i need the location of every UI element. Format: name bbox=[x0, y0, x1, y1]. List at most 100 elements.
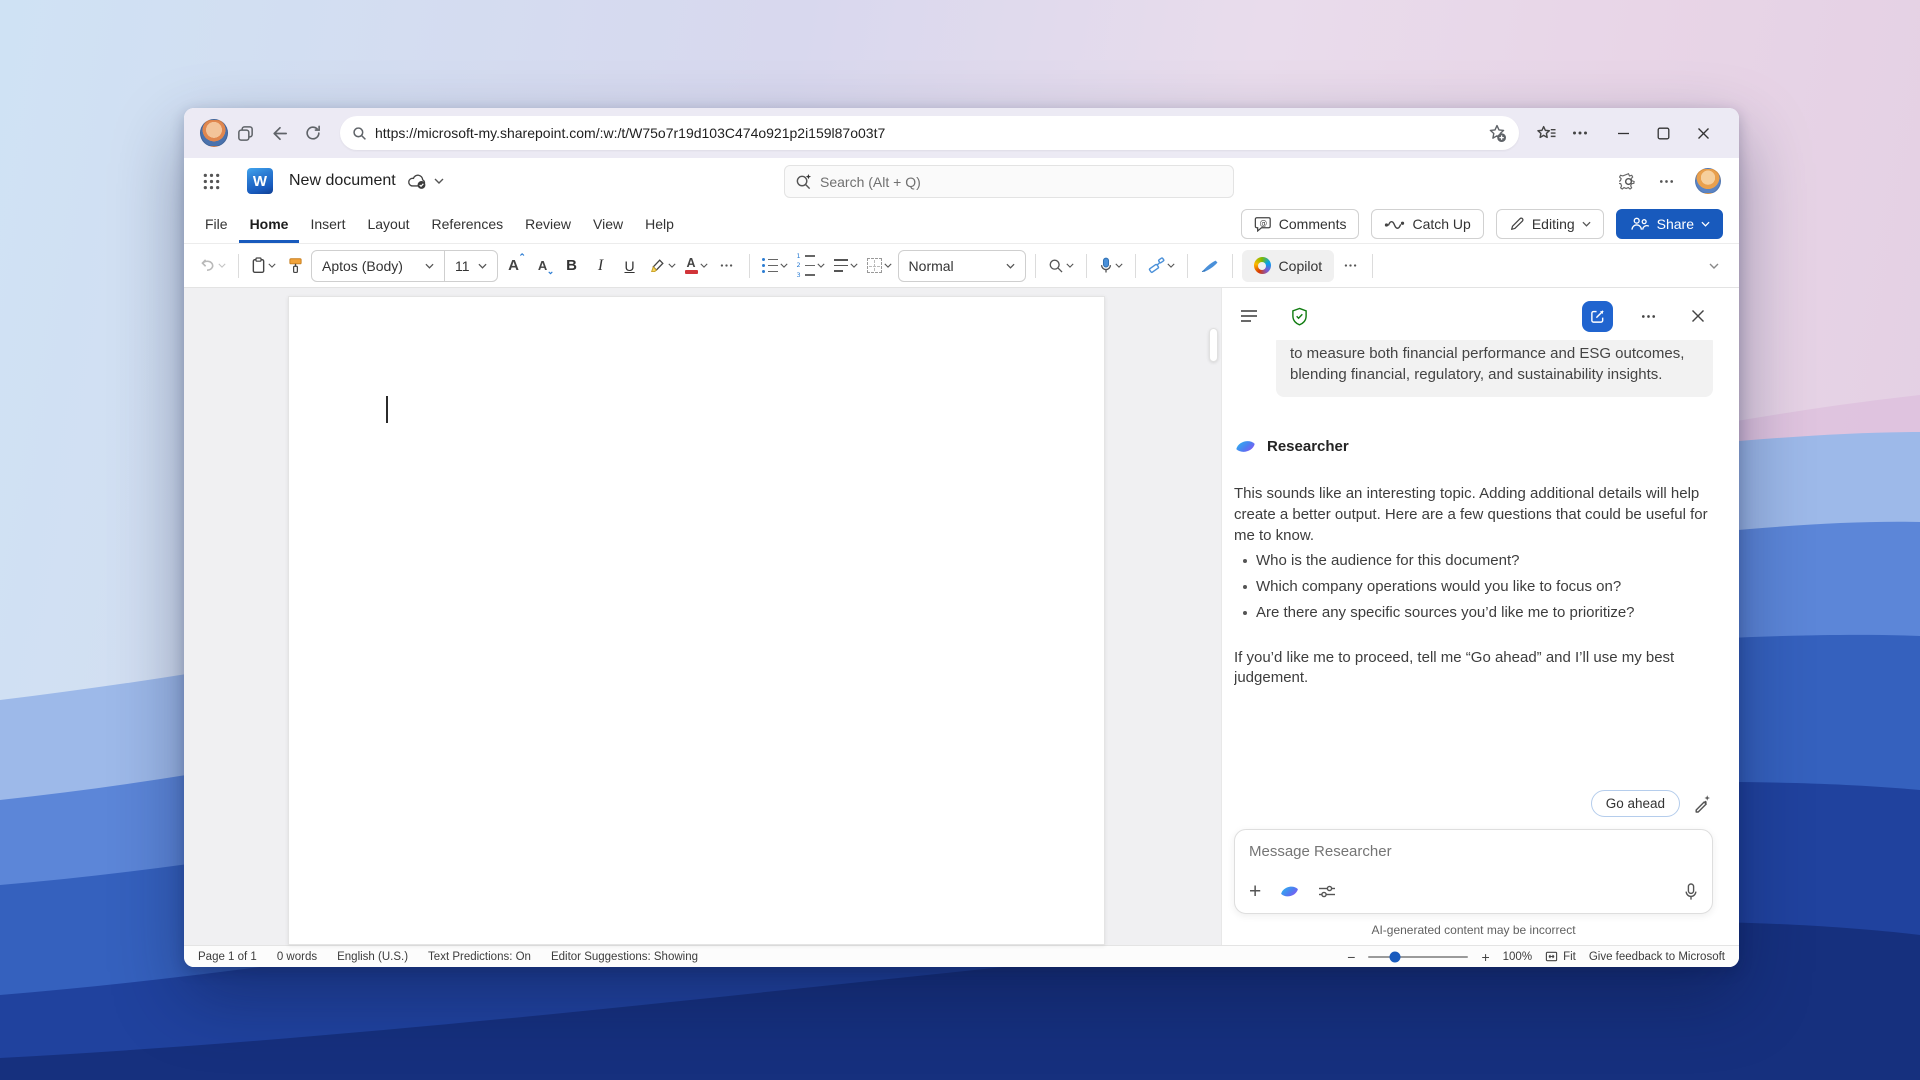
chat-input[interactable] bbox=[1249, 843, 1698, 860]
settings-gear-icon[interactable] bbox=[1619, 172, 1638, 191]
zoom-level[interactable]: 100% bbox=[1503, 951, 1532, 963]
zoom-slider-thumb[interactable] bbox=[1390, 951, 1401, 962]
font-size-dropdown[interactable]: 11 bbox=[444, 251, 497, 281]
editor-suggestions-status[interactable]: Editor Suggestions: Showing bbox=[551, 951, 698, 963]
workspaces-icon[interactable] bbox=[228, 116, 262, 150]
underline-button[interactable]: U bbox=[617, 250, 643, 282]
ribbon-tab-bar: File Home Insert Layout References Revie… bbox=[184, 204, 1739, 244]
fit-button[interactable]: Fit bbox=[1545, 950, 1576, 963]
tab-help[interactable]: Help bbox=[634, 204, 685, 243]
grow-font-button[interactable]: A⌃ bbox=[501, 250, 527, 282]
highlight-button[interactable] bbox=[646, 250, 679, 282]
search-input[interactable] bbox=[820, 174, 1223, 190]
bold-button[interactable]: B bbox=[559, 250, 585, 282]
app-launcher-icon[interactable] bbox=[202, 172, 221, 191]
comments-button[interactable]: @ Comments bbox=[1241, 209, 1360, 239]
options-sliders-icon[interactable] bbox=[1318, 884, 1336, 899]
page-count[interactable]: Page 1 of 1 bbox=[198, 951, 257, 963]
pane-more-icon[interactable] bbox=[1633, 301, 1663, 331]
tab-review[interactable]: Review bbox=[514, 204, 582, 243]
search-box[interactable] bbox=[784, 165, 1234, 198]
maximize-button[interactable] bbox=[1643, 116, 1683, 150]
word-count[interactable]: 0 words bbox=[277, 951, 317, 963]
save-status[interactable] bbox=[406, 173, 444, 190]
researcher-agent-icon[interactable] bbox=[1279, 881, 1300, 902]
tab-view[interactable]: View bbox=[582, 204, 634, 243]
alignment-chevron-icon bbox=[850, 263, 858, 268]
composer-toolbar: + bbox=[1249, 881, 1698, 902]
bookmark-star-icon[interactable] bbox=[1487, 123, 1507, 143]
italic-button[interactable]: I bbox=[588, 250, 614, 282]
word-logo[interactable]: W bbox=[247, 168, 273, 194]
favorites-icon[interactable] bbox=[1529, 116, 1563, 150]
dictate-button[interactable] bbox=[1096, 250, 1126, 282]
undo-button[interactable] bbox=[196, 250, 229, 282]
protected-shield-icon[interactable] bbox=[1284, 301, 1314, 331]
new-chat-button[interactable] bbox=[1582, 301, 1613, 332]
close-button[interactable] bbox=[1683, 116, 1723, 150]
conversation-scroll[interactable]: to measure both financial performance an… bbox=[1234, 340, 1713, 786]
styles-chevron-icon bbox=[1006, 263, 1015, 269]
bullet-list-button[interactable] bbox=[759, 250, 791, 282]
language-status[interactable]: English (U.S.) bbox=[337, 951, 408, 963]
document-scrollbar[interactable] bbox=[1209, 328, 1218, 362]
find-button[interactable] bbox=[1045, 250, 1077, 282]
document-title[interactable]: New document bbox=[289, 172, 396, 190]
borders-chevron-icon bbox=[884, 263, 892, 268]
share-button[interactable]: Share bbox=[1616, 209, 1723, 239]
attach-plus-icon[interactable]: + bbox=[1249, 881, 1261, 902]
zoom-slider[interactable] bbox=[1368, 956, 1468, 958]
numbered-list-button[interactable]: 123 bbox=[794, 250, 828, 282]
tab-layout[interactable]: Layout bbox=[356, 204, 420, 243]
agent-header: Researcher bbox=[1234, 435, 1713, 458]
toolbar-overflow-icon[interactable] bbox=[1337, 250, 1363, 282]
pane-menu-icon[interactable] bbox=[1234, 301, 1264, 331]
back-icon[interactable] bbox=[262, 116, 296, 150]
tab-references[interactable]: References bbox=[421, 204, 515, 243]
font-color-chevron-icon bbox=[700, 263, 708, 268]
workspace: to measure both financial performance an… bbox=[184, 288, 1739, 945]
browser-profile-avatar[interactable] bbox=[200, 119, 228, 147]
voice-mic-icon[interactable] bbox=[1684, 883, 1698, 901]
shrink-font-button[interactable]: A⌄ bbox=[530, 250, 556, 282]
font-name-dropdown[interactable]: Aptos (Body) bbox=[312, 251, 444, 281]
ribbon-collapse-chevron-icon[interactable] bbox=[1701, 250, 1727, 282]
account-avatar[interactable] bbox=[1695, 168, 1721, 194]
tab-home[interactable]: Home bbox=[239, 204, 300, 243]
dictate-chevron-icon bbox=[1115, 263, 1123, 268]
borders-button[interactable] bbox=[864, 250, 895, 282]
font-controls: Aptos (Body) 11 bbox=[311, 250, 498, 282]
go-ahead-chip[interactable]: Go ahead bbox=[1591, 790, 1680, 817]
text-predictions-status[interactable]: Text Predictions: On bbox=[428, 951, 531, 963]
tab-file[interactable]: File bbox=[194, 204, 239, 243]
chat-composer[interactable]: + bbox=[1234, 829, 1713, 914]
address-bar[interactable]: https://microsoft-my.sharepoint.com/:w:/… bbox=[340, 116, 1519, 150]
refresh-icon[interactable] bbox=[296, 116, 330, 150]
editing-mode-button[interactable]: Editing bbox=[1496, 209, 1604, 239]
ink-editor-button[interactable] bbox=[1145, 250, 1178, 282]
styles-dropdown[interactable]: Normal bbox=[898, 250, 1026, 282]
pane-close-icon[interactable] bbox=[1683, 301, 1713, 331]
editor-pen-icon[interactable] bbox=[1197, 250, 1223, 282]
url-text[interactable]: https://microsoft-my.sharepoint.com/:w:/… bbox=[375, 125, 1487, 141]
catch-up-button[interactable]: Catch Up bbox=[1371, 209, 1483, 239]
browser-toolbar: https://microsoft-my.sharepoint.com/:w:/… bbox=[184, 108, 1739, 158]
ai-disclaimer: AI-generated content may be incorrect bbox=[1234, 923, 1713, 937]
zoom-in-button[interactable]: + bbox=[1481, 950, 1489, 964]
zoom-out-button[interactable]: − bbox=[1347, 950, 1355, 964]
minimize-button[interactable] bbox=[1603, 116, 1643, 150]
browser-menu-icon[interactable] bbox=[1563, 116, 1597, 150]
font-color-button[interactable]: A bbox=[682, 250, 711, 282]
font-overflow-icon[interactable] bbox=[714, 250, 740, 282]
prompt-sparkle-icon[interactable] bbox=[1692, 793, 1713, 814]
share-people-icon bbox=[1629, 217, 1650, 231]
paste-button[interactable] bbox=[248, 250, 279, 282]
format-painter-button[interactable] bbox=[282, 250, 308, 282]
tab-insert[interactable]: Insert bbox=[299, 204, 356, 243]
header-more-icon[interactable] bbox=[1658, 173, 1675, 190]
alignment-button[interactable] bbox=[831, 250, 861, 282]
document-page[interactable] bbox=[288, 296, 1105, 945]
feedback-link[interactable]: Give feedback to Microsoft bbox=[1589, 951, 1725, 963]
font-size-chevron-icon bbox=[478, 263, 487, 269]
copilot-button[interactable]: Copilot bbox=[1242, 250, 1335, 282]
